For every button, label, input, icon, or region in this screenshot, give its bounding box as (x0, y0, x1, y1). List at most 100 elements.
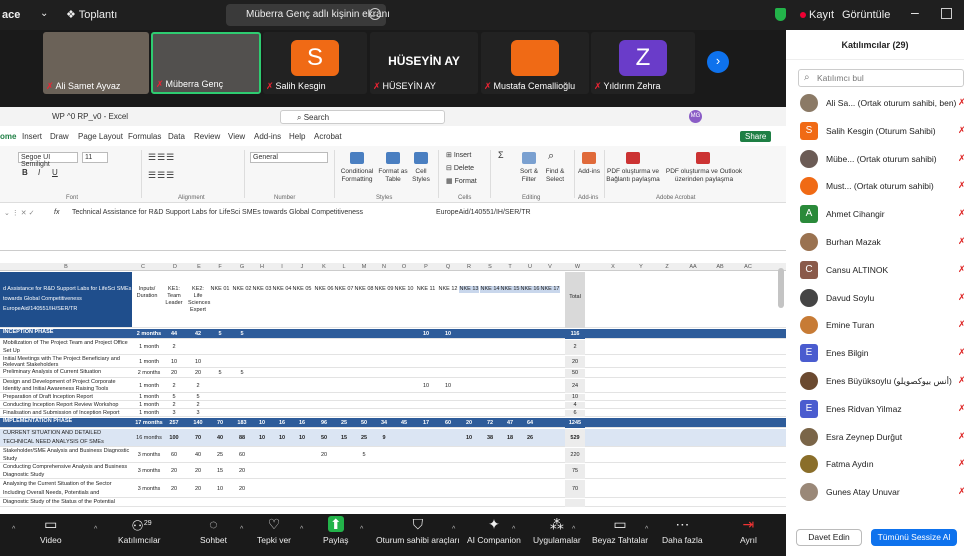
column-header[interactable]: Z (654, 264, 680, 270)
value-cell[interactable]: 16 (272, 418, 292, 428)
value-cell[interactable]: 6 (565, 410, 585, 417)
value-cell[interactable]: 40 (210, 429, 230, 447)
participant-search-input[interactable]: ⌕ Katılımcı bul (798, 69, 964, 87)
record-status[interactable]: Kayıt (800, 9, 834, 21)
muted-mic-icon[interactable]: ✗ (958, 292, 964, 304)
value-cell[interactable]: 100 (164, 429, 184, 447)
value-cell[interactable]: 2 (164, 379, 184, 393)
text-tile[interactable]: HÜSEYİN AY HÜSEYİN AY (370, 32, 478, 94)
duration-cell[interactable]: 1 month (134, 340, 164, 355)
caret-up-icon[interactable]: ^ (300, 526, 303, 533)
participant-item[interactable]: E Enes Bilgin ✗ (786, 341, 964, 367)
column-title-cell[interactable]: KE1: Team Leader (164, 286, 184, 307)
share-button[interactable]: ⬆ Paylaş (323, 516, 349, 545)
column-title-cell[interactable]: Inputs/ Duration (132, 286, 162, 300)
view-mode-button[interactable]: Görüntüle (842, 9, 890, 21)
duration-cell[interactable]: 1 month (134, 356, 164, 368)
value-cell[interactable]: 25 (210, 448, 230, 463)
column-header[interactable]: N (374, 264, 394, 270)
value-cell[interactable]: 16 (292, 418, 312, 428)
muted-mic-icon[interactable]: ✗ (958, 486, 964, 498)
minimize-icon[interactable]: – (911, 4, 919, 20)
task-name-cell[interactable]: IMPLEMENTATION PHASE (0, 418, 132, 427)
value-cell[interactable]: 25 (334, 418, 354, 428)
underline-icon[interactable]: U (52, 168, 58, 177)
participant-item[interactable]: Fatma Aydın ✗ (786, 452, 964, 478)
value-cell[interactable]: 50 (565, 369, 585, 378)
column-header[interactable]: AC (734, 264, 762, 270)
tab-insert[interactable]: Insert (22, 132, 42, 141)
column-title-cell[interactable]: NKE 14 (480, 286, 500, 293)
value-cell[interactable]: 70 (210, 418, 230, 428)
caret-up-icon[interactable]: ^ (452, 526, 455, 533)
column-header[interactable]: E (188, 264, 210, 270)
caret-up-icon[interactable]: ^ (512, 526, 515, 533)
caret-up-icon[interactable]: ^ (240, 526, 243, 533)
column-title-cell[interactable]: NKE 08 (354, 286, 374, 293)
value-cell[interactable]: 2 (188, 402, 208, 409)
value-cell[interactable]: 75 (565, 464, 585, 479)
value-cell[interactable]: 20 (188, 369, 208, 378)
column-header[interactable]: O (394, 264, 414, 270)
column-title-cell[interactable]: NKE 12 (438, 286, 458, 293)
duration-cell[interactable]: 1 month (134, 379, 164, 393)
muted-mic-icon[interactable]: ✗ (958, 125, 964, 137)
value-cell[interactable]: 10 (459, 429, 479, 447)
value-cell[interactable]: 15 (334, 429, 354, 447)
invite-button[interactable]: Davet Edin (796, 529, 862, 546)
participant-item[interactable]: C Cansu ALTINOK ✗ (786, 258, 964, 284)
column-title-cell[interactable]: NKE 01 (210, 286, 230, 293)
format-as-table-button[interactable]: Format as Table (376, 168, 410, 184)
font-size-select[interactable]: 11 (82, 152, 108, 163)
value-cell[interactable]: 20 (188, 464, 208, 479)
bold-icon[interactable]: B (22, 168, 28, 177)
column-title-cell[interactable]: KE2: Life Sciences Expert (188, 286, 210, 314)
font-name-select[interactable]: Segoe UI Semilight (18, 152, 78, 168)
caret-up-icon[interactable]: ^ (360, 526, 363, 533)
spreadsheet-grid[interactable]: B C D E F G H I J K L M N O P Q R S T U V W X Y Z AA AB AC d Assist… (0, 263, 786, 514)
value-cell[interactable]: 20 (164, 369, 184, 378)
duration-cell[interactable]: 3 months (134, 448, 164, 463)
value-cell[interactable]: 70 (188, 429, 208, 447)
muted-mic-icon[interactable]: ✗ (958, 264, 964, 276)
muted-mic-icon[interactable]: ✗ (958, 97, 964, 109)
value-cell[interactable]: 5 (164, 394, 184, 401)
value-cell[interactable]: 26 (520, 429, 540, 447)
caret-up-icon[interactable]: ^ (94, 526, 97, 533)
value-cell[interactable]: 10 (438, 329, 458, 339)
tab-page-layout[interactable]: Page Layout (78, 132, 123, 141)
value-cell[interactable]: 34 (374, 418, 394, 428)
column-title-cell[interactable]: NKE 16 (520, 286, 540, 293)
column-title-cell[interactable]: NKE 07 (334, 286, 354, 293)
column-title-cell[interactable]: NKE 03 (252, 286, 272, 293)
duration-cell[interactable]: 2 months (134, 329, 164, 339)
task-name-cell[interactable]: Stakeholder/SME Analysis and Business Di… (0, 448, 132, 462)
value-cell[interactable]: 20 (164, 480, 184, 498)
participant-item[interactable]: Mübe... (Ortak oturum sahibi) ✗ (786, 147, 964, 173)
task-name-cell[interactable]: Mobilization of The Project Team and Pro… (0, 340, 132, 354)
pdf-outlook-icon[interactable] (696, 152, 710, 164)
tab-addins[interactable]: Add-ins (254, 132, 281, 141)
duration-cell[interactable]: 3 months (134, 480, 164, 498)
muted-mic-icon[interactable]: ✗ (958, 403, 964, 415)
participants-button[interactable]: ⚇29 Katılımcılar (118, 516, 161, 545)
value-cell[interactable]: 45 (394, 418, 414, 428)
value-cell[interactable]: 2 (164, 402, 184, 409)
avatar-tile[interactable]: S Salih Kesgin (263, 32, 367, 94)
participant-item[interactable]: Ali Sa... (Ortak oturum sahibi, ben) ✗ (786, 91, 964, 117)
avatar-tile[interactable]: Mustafa Cemallioğlu (481, 32, 589, 94)
value-cell[interactable]: 5 (232, 329, 252, 339)
duration-cell[interactable]: 1 month (134, 394, 164, 401)
value-cell[interactable]: 5 (188, 394, 208, 401)
task-name-cell[interactable]: Preliminary Analysis of Current Situatio… (0, 369, 132, 377)
align-icons[interactable]: ☰☰☰ (148, 170, 175, 181)
chevron-down-icon[interactable]: ⌄ (40, 8, 48, 19)
column-header[interactable]: AA (680, 264, 706, 270)
fx-icon[interactable]: fx (54, 209, 59, 216)
column-header[interactable]: C (132, 264, 154, 270)
column-title-cell[interactable]: NKE 09 (374, 286, 394, 293)
tab-help[interactable]: Help (289, 132, 305, 141)
whiteboard-button[interactable]: ▭ Beyaz Tahtalar (592, 516, 648, 545)
video-tile-active[interactable]: Müberra Genç (151, 32, 261, 94)
column-header[interactable]: G (232, 264, 252, 270)
